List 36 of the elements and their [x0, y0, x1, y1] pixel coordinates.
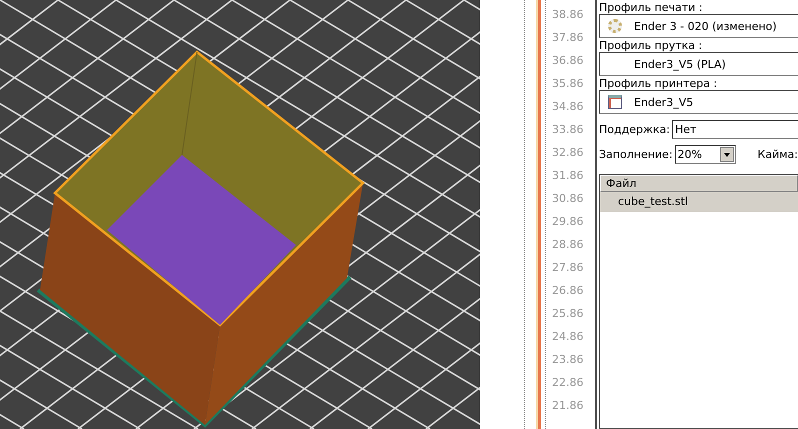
layer-height-label: 24.86 — [552, 330, 584, 344]
profile-dropdown[interactable]: Ender3_V5 — [599, 90, 798, 114]
layer-height-label: 35.86 — [552, 77, 584, 91]
brim-label: Кайма: — [758, 148, 798, 161]
layer-height-label: 34.86 — [552, 100, 584, 114]
profile-label: Профиль принтера : — [599, 77, 718, 90]
layer-height-label: 32.86 — [552, 146, 584, 160]
layer-height-label: 33.86 — [552, 123, 584, 137]
layer-height-label: 25.86 — [552, 307, 584, 321]
layer-height-label: 21.86 — [552, 399, 584, 413]
gear-icon — [608, 19, 622, 33]
file-row[interactable]: cube_test.stl — [600, 192, 798, 212]
layer-height-label: 28.86 — [552, 238, 584, 252]
support-label: Поддержка: — [599, 123, 670, 136]
layer-height-label: 36.86 — [552, 54, 584, 68]
window-icon — [608, 95, 622, 109]
file-list[interactable]: Файл cube_test.stl — [599, 174, 798, 429]
support-dropdown[interactable]: Нет — [672, 120, 798, 139]
3d-viewport[interactable] — [0, 0, 480, 429]
layer-height-label: 38.86 — [552, 8, 584, 22]
column-header[interactable]: Файл — [600, 175, 798, 192]
layer-height-label: 27.86 — [552, 261, 584, 275]
layer-height-label: 31.86 — [552, 169, 584, 183]
cube-model-drawing[interactable] — [36, 50, 365, 428]
layer-height-label: 30.86 — [552, 192, 584, 206]
infill-label: Заполнение: — [599, 148, 673, 161]
profile-dropdown[interactable]: Ender 3 - 020 (изменено) — [599, 14, 798, 38]
layer-height-label: 22.86 — [552, 376, 584, 390]
layer-height-label: 29.86 — [552, 215, 584, 229]
layer-height-label: 23.86 — [552, 353, 584, 367]
profile-label: Профиль прутка : — [599, 39, 704, 52]
profile-label: Профиль печати : — [599, 1, 704, 14]
layer-height-label: 37.86 — [552, 31, 584, 45]
profile-dropdown[interactable]: Ender3_V5 (PLA) — [599, 52, 798, 76]
infill-dropdown[interactable]: 20% — [674, 145, 736, 164]
layer-height-label: 26.86 — [552, 284, 584, 298]
